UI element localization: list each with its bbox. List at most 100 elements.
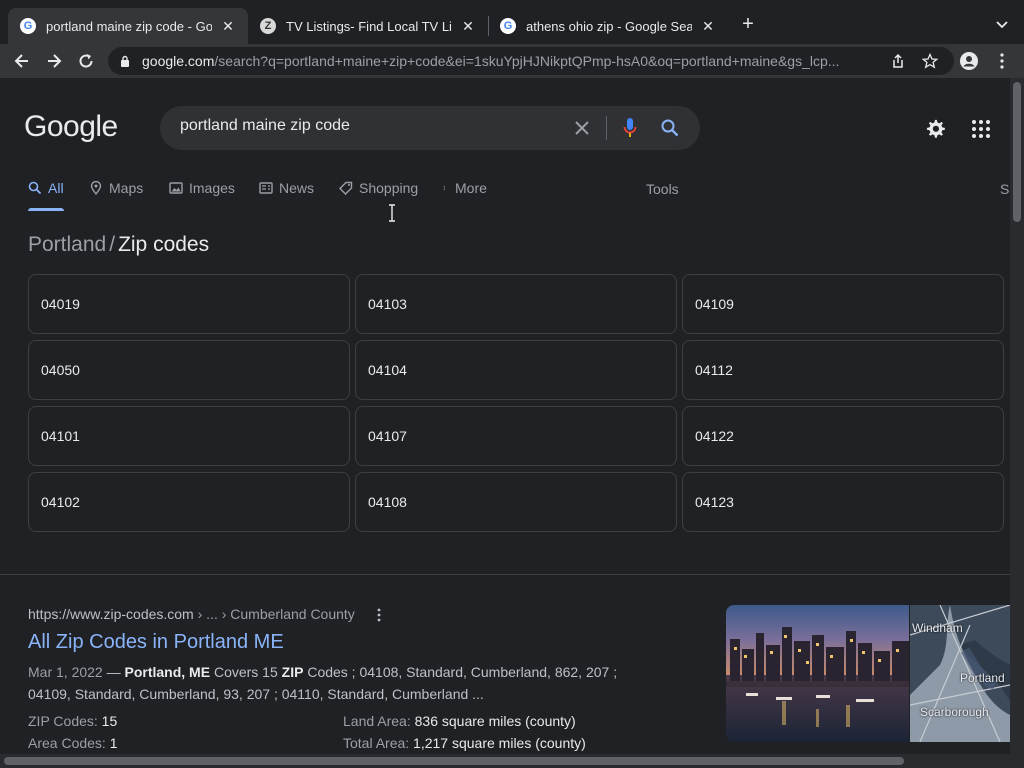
fact-label: Area Codes:	[28, 735, 110, 751]
apps-grid-icon[interactable]	[972, 120, 990, 138]
fact-label: Land Area:	[343, 713, 415, 729]
tab-strip: G portland maine zip code - Goog ✕ Z TV …	[0, 0, 1024, 44]
back-arrow-icon[interactable]	[12, 51, 32, 71]
vertical-scrollbar[interactable]	[1010, 78, 1024, 754]
zip-code-chip[interactable]: 04123	[682, 472, 1004, 532]
city-photo-thumbnail[interactable]	[726, 605, 909, 742]
horizontal-scrollbar[interactable]	[0, 754, 1024, 768]
tab-news[interactable]: News	[259, 180, 314, 196]
result-date: Mar 1, 2022	[28, 664, 103, 680]
tab-label: Maps	[109, 180, 144, 196]
google-logo[interactable]: Google	[24, 110, 118, 144]
zip-code-chip[interactable]: 04104	[355, 340, 677, 400]
breadcrumb-parent[interactable]: Portland	[28, 233, 106, 256]
fact-value: 1	[109, 735, 118, 751]
tab-title: TV Listings- Find Local TV List	[286, 18, 452, 34]
search-divider	[606, 116, 607, 140]
zip-code-chip[interactable]: 04101	[28, 406, 350, 466]
tab-title: athens ohio zip - Google Searc	[526, 18, 692, 34]
zip-code-chip[interactable]: 04108	[355, 472, 677, 532]
fact-label: ZIP Codes:	[28, 713, 102, 729]
tab-shopping[interactable]: Shopping	[339, 180, 418, 196]
search-results-page: Google All Maps Images News Shopping Mor…	[0, 78, 1010, 754]
snippet-text: Covers 15	[210, 664, 282, 680]
map-pin-icon	[90, 181, 102, 195]
tab-label: Shopping	[359, 180, 419, 196]
url-text[interactable]: google.com/search?q=portland+maine+zip+c…	[142, 53, 862, 69]
zip-code-chip[interactable]: 04112	[682, 340, 1004, 400]
new-tab-button[interactable]: +	[738, 14, 758, 34]
google-icon: G	[20, 18, 36, 34]
tab-tv-listings[interactable]: Z TV Listings- Find Local TV List ✕	[248, 8, 488, 44]
scrollbar-thumb[interactable]	[4, 757, 904, 765]
safesearch-button[interactable]: S	[1000, 181, 1009, 197]
tools-button[interactable]: Tools	[646, 181, 679, 197]
dots-vertical-icon	[443, 185, 445, 191]
search-icon	[28, 181, 42, 195]
gear-icon[interactable]	[924, 118, 946, 140]
tab-label: More	[455, 180, 487, 196]
search-input[interactable]	[180, 117, 560, 135]
chevron-down-icon[interactable]	[994, 16, 1010, 32]
tab-maps[interactable]: Maps	[89, 180, 143, 196]
zip-code-chip[interactable]: 04019	[28, 274, 350, 334]
cite-host: https://www.zip-codes.com	[28, 606, 194, 622]
clear-icon[interactable]	[572, 118, 592, 138]
close-icon[interactable]: ✕	[700, 18, 716, 35]
tab-more[interactable]: More	[443, 180, 487, 196]
fact-total-area: Total Area: 1,217 square miles (county)	[343, 732, 586, 754]
snippet-bold: ZIP	[281, 664, 304, 680]
breadcrumb: Portland / Zip codes	[28, 233, 209, 257]
zip-code-chip[interactable]: 04102	[28, 472, 350, 532]
close-icon[interactable]: ✕	[460, 18, 476, 35]
result-cite[interactable]: https://www.zip-codes.com › ... › Cumber…	[28, 606, 355, 622]
scrollbar-thumb[interactable]	[1013, 82, 1021, 222]
zip-code-chip[interactable]: 04109	[682, 274, 1004, 334]
menu-dots-icon[interactable]	[996, 52, 1008, 70]
result-snippet: Mar 1, 2022 — Portland, ME Covers 15 ZIP…	[28, 661, 628, 705]
url-path: /search?q=portland+maine+zip+code&ei=1sk…	[214, 53, 840, 69]
fact-zip-codes: ZIP Codes: 15	[28, 710, 117, 732]
address-bar[interactable]: google.com/search?q=portland+maine+zip+c…	[108, 47, 954, 75]
fact-label: Total Area:	[343, 735, 414, 751]
fact-value: 15	[101, 713, 118, 729]
cite-path: › ... › Cumberland County	[193, 606, 355, 622]
map-label-windham: Windham	[912, 621, 963, 635]
fact-value: 836 square miles (county)	[414, 713, 576, 729]
fact-value: 1,217 square miles (county)	[413, 735, 586, 751]
search-box[interactable]	[160, 106, 700, 150]
star-icon[interactable]	[922, 53, 938, 69]
reload-icon[interactable]	[76, 51, 96, 71]
search-icon[interactable]	[660, 118, 680, 138]
browser-toolbar: google.com/search?q=portland+maine+zip+c…	[0, 44, 1024, 78]
share-icon[interactable]	[890, 53, 906, 69]
result-title-link[interactable]: All Zip Codes in Portland ME	[28, 631, 284, 654]
tag-icon	[339, 181, 353, 195]
text-cursor-icon	[389, 204, 395, 222]
snippet-bold: Portland, ME	[124, 664, 211, 680]
url-host: google.com	[142, 53, 215, 69]
google-icon: G	[500, 18, 516, 34]
section-divider	[0, 574, 1010, 575]
active-tab-indicator	[28, 208, 64, 211]
image-icon	[169, 182, 183, 194]
breadcrumb-separator: /	[109, 233, 116, 256]
tab-label: All	[48, 180, 64, 196]
forward-arrow-icon[interactable]	[44, 51, 64, 71]
zip-code-chip[interactable]: 04050	[28, 340, 350, 400]
close-icon[interactable]: ✕	[220, 18, 236, 35]
zip-code-chip[interactable]: 04103	[355, 274, 677, 334]
tab-athens-zip[interactable]: G athens ohio zip - Google Searc ✕	[488, 8, 728, 44]
zip-code-chip[interactable]: 04122	[682, 406, 1004, 466]
more-options-icon[interactable]	[376, 608, 382, 622]
tab-portland-zip[interactable]: G portland maine zip code - Goog ✕	[8, 8, 248, 44]
tab-images[interactable]: Images	[169, 180, 235, 196]
snippet-dash: —	[102, 664, 125, 680]
map-thumbnail[interactable]: Windham Portland Scarborough	[910, 605, 1010, 742]
lock-icon[interactable]	[120, 55, 130, 67]
tab-all[interactable]: All	[28, 180, 64, 196]
tab-title: portland maine zip code - Goog	[46, 18, 212, 34]
profile-icon[interactable]	[960, 52, 978, 70]
zip-code-chip[interactable]: 04107	[355, 406, 677, 466]
microphone-icon[interactable]	[622, 116, 638, 140]
